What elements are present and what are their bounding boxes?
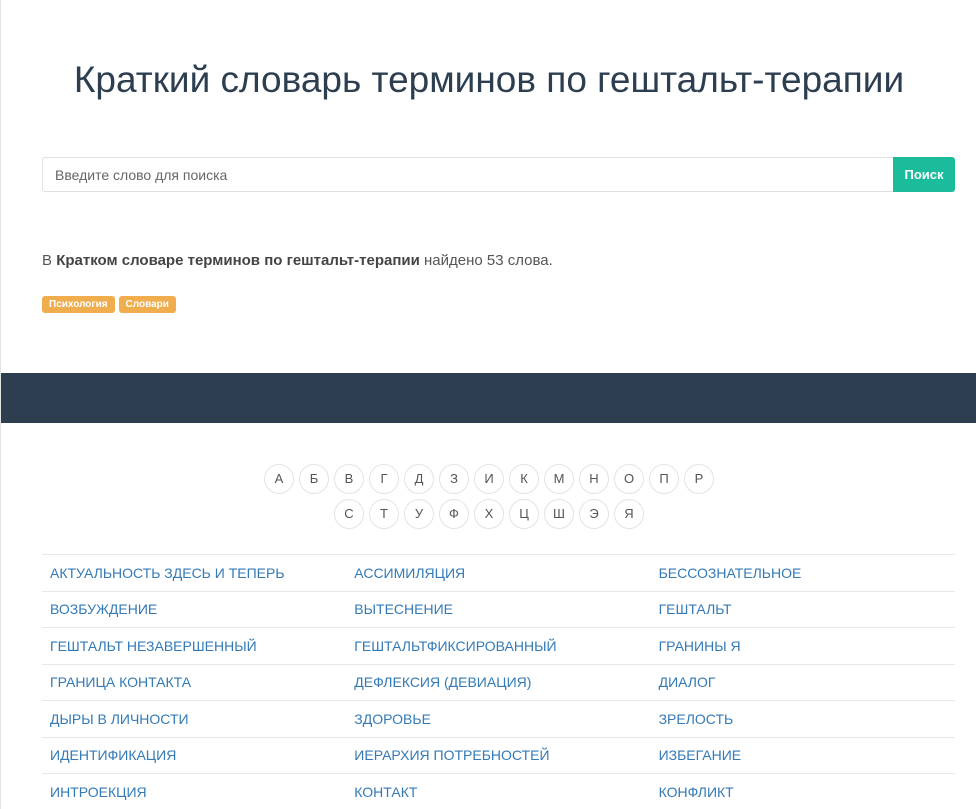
- alphabet-letter[interactable]: П: [649, 464, 679, 494]
- term-link[interactable]: ВОЗБУЖДЕНИЕ: [42, 601, 346, 617]
- term-link[interactable]: ИЗБЕГАНИЕ: [651, 747, 955, 763]
- term-link[interactable]: ИНТРОЕКЦИЯ: [42, 784, 346, 800]
- alphabet-letter[interactable]: К: [509, 464, 539, 494]
- term-link[interactable]: КОНФЛИКТ: [651, 784, 955, 800]
- dictionary-name: Кратком словаре терминов по гештальт-тер…: [56, 252, 420, 269]
- search-form: Поиск: [42, 157, 955, 192]
- alphabet-letter[interactable]: М: [544, 464, 574, 494]
- table-row: ГРАНИЦА КОНТАКТА ДЕФЛЕКСИЯ (ДЕВИАЦИЯ) ДИАЛ…: [42, 663, 955, 701]
- alphabet-letter[interactable]: И: [474, 464, 504, 494]
- term-link[interactable]: АССИМИЛЯЦИЯ: [346, 565, 650, 581]
- term-link[interactable]: ИДЕНТИФИКАЦИЯ: [42, 747, 346, 763]
- alphabet-letter[interactable]: Т: [369, 499, 399, 529]
- table-row: АКТУАЛЬНОСТЬ ЗДЕСЬ И ТЕПЕРЬ АССИМИЛЯЦИЯ БЕ…: [42, 554, 955, 591]
- term-link[interactable]: ГЕШТАЛЬТ: [651, 601, 955, 617]
- table-row: ИДЕНТИФИКАЦИЯ ИЕРАРХИЯ ПОТРЕБНОСТЕЙ ИЗБЕГА…: [42, 736, 955, 774]
- tag-psychology[interactable]: Психология: [42, 296, 115, 313]
- alphabet-letter[interactable]: О: [614, 464, 644, 494]
- summary-prefix: В: [42, 252, 57, 269]
- alphabet-letter[interactable]: А: [264, 464, 294, 494]
- table-row: ДЫРЫ В ЛИЧНОСТИ ЗДОРОВЬЕ ЗРЕЛОСТЬ: [42, 700, 955, 737]
- term-link[interactable]: ГЕШТАЛЬТФИКСИРОВАННЫЙ: [346, 638, 650, 654]
- alphabet-letter[interactable]: У: [404, 499, 434, 529]
- search-input[interactable]: [42, 157, 893, 192]
- term-link[interactable]: ГРАНИЦА КОНТАКТА: [42, 674, 346, 690]
- alphabet-letter[interactable]: В: [334, 464, 364, 494]
- term-link[interactable]: КОНТАКТ: [346, 784, 650, 800]
- alphabet-letter[interactable]: Э: [579, 499, 609, 529]
- alphabet-letter[interactable]: Г: [369, 464, 399, 494]
- term-link[interactable]: ДЕФЛЕКСИЯ (ДЕВИАЦИЯ): [346, 674, 650, 690]
- term-link[interactable]: ДИАЛОГ: [651, 674, 955, 690]
- term-link[interactable]: ГРАНИНЫ Я: [651, 638, 955, 654]
- alphabet-letter[interactable]: Я: [614, 499, 644, 529]
- term-link[interactable]: ДЫРЫ В ЛИЧНОСТИ: [42, 711, 346, 727]
- tag-list: Психология Словари: [42, 296, 176, 313]
- term-link[interactable]: БЕССОЗНАТЕЛЬНОЕ: [651, 565, 955, 581]
- alphabet-letter[interactable]: Н: [579, 464, 609, 494]
- alphabet-letter[interactable]: Ш: [544, 499, 574, 529]
- alphabet-letter[interactable]: Ц: [509, 499, 539, 529]
- table-row: ИНТРОЕКЦИЯ КОНТАКТ КОНФЛИКТ: [42, 773, 955, 809]
- alphabet-letter[interactable]: Ф: [439, 499, 469, 529]
- term-link[interactable]: ЗДОРОВЬЕ: [346, 711, 650, 727]
- alphabet-letter[interactable]: Х: [474, 499, 504, 529]
- term-link[interactable]: АКТУАЛЬНОСТЬ ЗДЕСЬ И ТЕПЕРЬ: [42, 565, 346, 581]
- terms-table: АКТУАЛЬНОСТЬ ЗДЕСЬ И ТЕПЕРЬ АССИМИЛЯЦИЯ БЕ…: [42, 554, 955, 809]
- term-link[interactable]: ИЕРАРХИЯ ПОТРЕБНОСТЕЙ: [346, 747, 650, 763]
- page: Краткий словарь терминов по гештальт-тер…: [0, 0, 976, 809]
- page-title: Краткий словарь терминов по гештальт-тер…: [73, 59, 905, 100]
- alphabet-row-2: СТУФХЦШЭЯ: [1, 499, 976, 529]
- results-summary: В Кратком словаре терминов по гештальт-т…: [42, 252, 553, 269]
- alphabet-row-1: АБВГДЗИКМНОПР: [1, 464, 976, 494]
- alphabet-letter[interactable]: С: [334, 499, 364, 529]
- term-link[interactable]: ГЕШТАЛЬТ НЕЗАВЕРШЕННЫЙ: [42, 638, 346, 654]
- term-link[interactable]: ЗРЕЛОСТЬ: [651, 711, 955, 727]
- alphabet-letter[interactable]: З: [439, 464, 469, 494]
- summary-suffix: найдено 53 слова.: [419, 252, 553, 269]
- tag-dictionaries[interactable]: Словари: [118, 296, 176, 313]
- table-row: ГЕШТАЛЬТ НЕЗАВЕРШЕННЫЙ ГЕШТАЛЬТФИКСИРОВАН…: [42, 627, 955, 664]
- alphabet-letter[interactable]: Д: [404, 464, 434, 494]
- table-row: ВОЗБУЖДЕНИЕ ВЫТЕСНЕНИЕ ГЕШТАЛЬТ: [42, 590, 955, 628]
- alphabet-letter[interactable]: Р: [684, 464, 714, 494]
- term-link[interactable]: ВЫТЕСНЕНИЕ: [346, 601, 650, 617]
- alphabet-letter[interactable]: Б: [299, 464, 329, 494]
- header-band: [1, 373, 976, 423]
- search-button[interactable]: Поиск: [893, 157, 955, 192]
